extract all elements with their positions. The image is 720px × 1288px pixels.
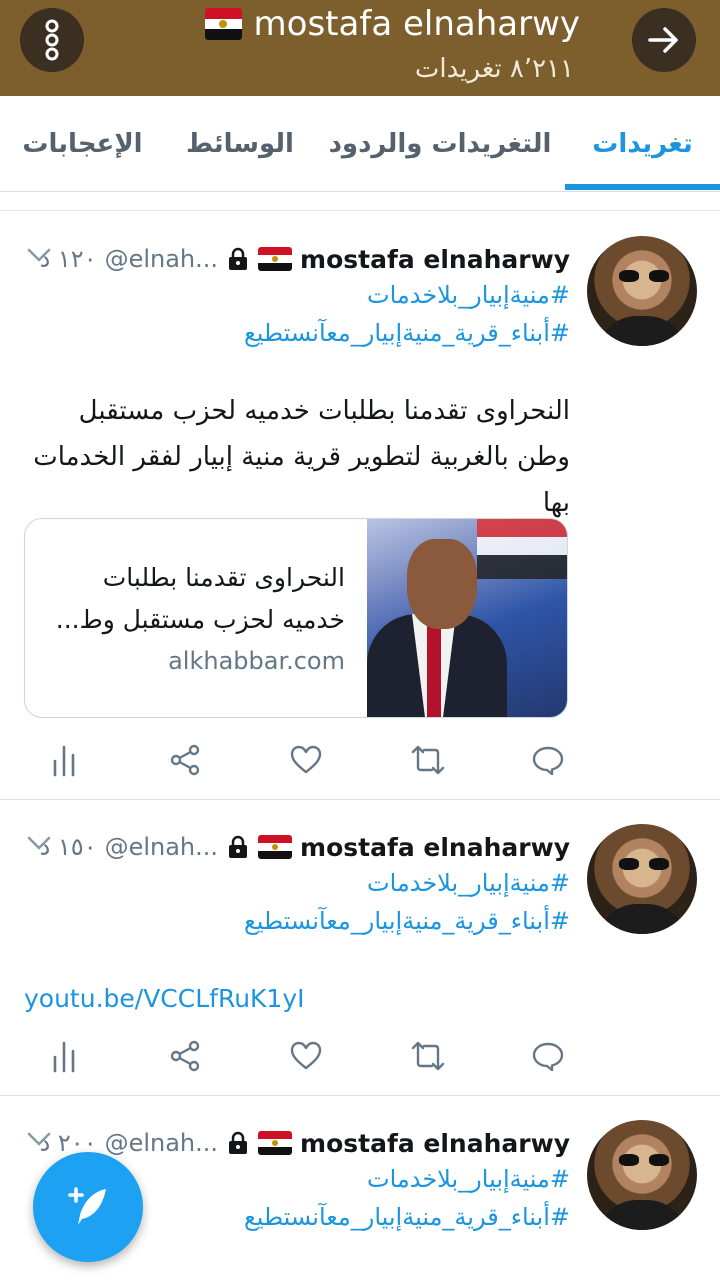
lock-icon <box>229 1131 248 1154</box>
tweet-author-name[interactable]: mostafa elnaharwy <box>300 833 570 862</box>
tweet-hashtags: #منيةإبيار_بلاخدمات #أبناء_قرية_منيةإبيا… <box>24 864 570 940</box>
egypt-flag-icon <box>205 8 242 40</box>
avatar[interactable] <box>587 824 697 934</box>
retweet-button[interactable] <box>408 1036 448 1076</box>
reply-button[interactable] <box>528 1036 568 1076</box>
tweet-link[interactable]: youtu.be/VCCLfRuK1yI <box>24 984 305 1013</box>
more-options-button[interactable] <box>20 8 84 72</box>
hashtag-link[interactable]: #منيةإبيار_بلاخدمات <box>24 276 570 314</box>
like-button[interactable] <box>286 740 326 780</box>
link-preview-title: النحراوى تقدمنا بطلبات خدميه لحزب مستقبل… <box>55 563 345 634</box>
link-preview-card[interactable]: النحراوى تقدمنا بطلبات خدميه لحزب مستقبل… <box>24 518 568 718</box>
analytics-icon <box>53 1041 75 1073</box>
divider <box>0 210 720 211</box>
share-button[interactable] <box>165 1036 205 1076</box>
tweet-actions <box>0 1036 720 1076</box>
profile-name: mostafa elnaharwy <box>253 4 580 44</box>
avatar[interactable] <box>587 236 697 346</box>
tweet[interactable]: ١٢٠ د @elnah... mostafa elnaharwy #منيةإ… <box>0 212 720 800</box>
compose-tweet-button[interactable] <box>33 1152 143 1262</box>
arrow-right-icon <box>648 27 678 53</box>
hashtag-link[interactable]: #أبناء_قرية_منيةإبيار_معآنستطيع <box>24 902 570 940</box>
avatar[interactable] <box>587 1120 697 1230</box>
tweet-author-name[interactable]: mostafa elnaharwy <box>300 1129 570 1158</box>
hashtag-link[interactable]: #أبناء_قرية_منيةإبيار_معآنستطيع <box>24 314 570 352</box>
tab-tweets[interactable]: تغريدات <box>580 96 705 192</box>
share-icon <box>170 1040 200 1072</box>
tweet-text: النحراوى تقدمنا بطلبات خدميه لحزب مستقبل… <box>33 396 570 518</box>
tab-media[interactable]: الوسائط <box>180 96 300 192</box>
reply-icon <box>532 746 564 776</box>
analytics-button[interactable] <box>44 740 84 780</box>
like-button[interactable] <box>286 1036 326 1076</box>
tweet-handle: @elnah... <box>104 1129 219 1157</box>
analytics-icon <box>53 745 75 777</box>
analytics-button[interactable] <box>44 1036 84 1076</box>
tweet-handle: @elnah... <box>104 833 219 861</box>
tweet-count: ٨٬٢١١ تغريدات <box>414 54 574 84</box>
share-icon <box>170 744 200 776</box>
heart-icon <box>290 745 322 774</box>
retweet-icon <box>411 745 445 775</box>
vertical-dots-icon <box>45 19 59 61</box>
retweet-button[interactable] <box>408 740 448 780</box>
retweet-icon <box>411 1041 445 1071</box>
tweet-author-name[interactable]: mostafa elnaharwy <box>300 245 570 274</box>
tweet-meta: ١٥٠ د @elnah... mostafa elnaharwy <box>24 830 570 864</box>
link-preview-image <box>367 519 567 717</box>
egypt-flag-icon <box>258 247 293 271</box>
compose-feather-icon <box>68 1187 106 1225</box>
tweet-hashtags: #منيةإبيار_بلاخدمات #أبناء_قرية_منيةإبيا… <box>24 276 570 352</box>
tweet-meta: ١٢٠ د @elnah... mostafa elnaharwy <box>24 242 570 276</box>
tweet-handle: @elnah... <box>104 245 219 273</box>
tab-likes[interactable]: الإعجابات <box>20 96 145 192</box>
active-tab-indicator <box>565 184 720 190</box>
tweet-time: ١٥٠ د <box>39 833 97 861</box>
profile-tabs: تغريدات التغريدات والردود الوسائط الإعجا… <box>0 96 720 192</box>
back-button[interactable] <box>632 8 696 72</box>
tweet-time: ١٢٠ د <box>39 245 97 273</box>
lock-icon <box>229 247 248 270</box>
profile-header: mostafa elnaharwy ٨٬٢١١ تغريدات <box>0 0 720 96</box>
egypt-flag-icon <box>258 1131 293 1155</box>
reply-icon <box>532 1042 564 1072</box>
tweet-actions <box>0 740 720 780</box>
lock-icon <box>229 835 248 858</box>
profile-title: mostafa elnaharwy <box>205 4 580 44</box>
tab-tweets-replies[interactable]: التغريدات والردود <box>329 96 552 192</box>
egypt-flag-icon <box>258 835 293 859</box>
reply-button[interactable] <box>528 740 568 780</box>
hashtag-link[interactable]: #منيةإبيار_بلاخدمات <box>24 864 570 902</box>
tweet[interactable]: ١٥٠ د @elnah... mostafa elnaharwy #منيةإ… <box>0 800 720 1096</box>
link-preview-domain: alkhabbar.com <box>168 647 345 675</box>
share-button[interactable] <box>165 740 205 780</box>
heart-icon <box>290 1041 322 1070</box>
